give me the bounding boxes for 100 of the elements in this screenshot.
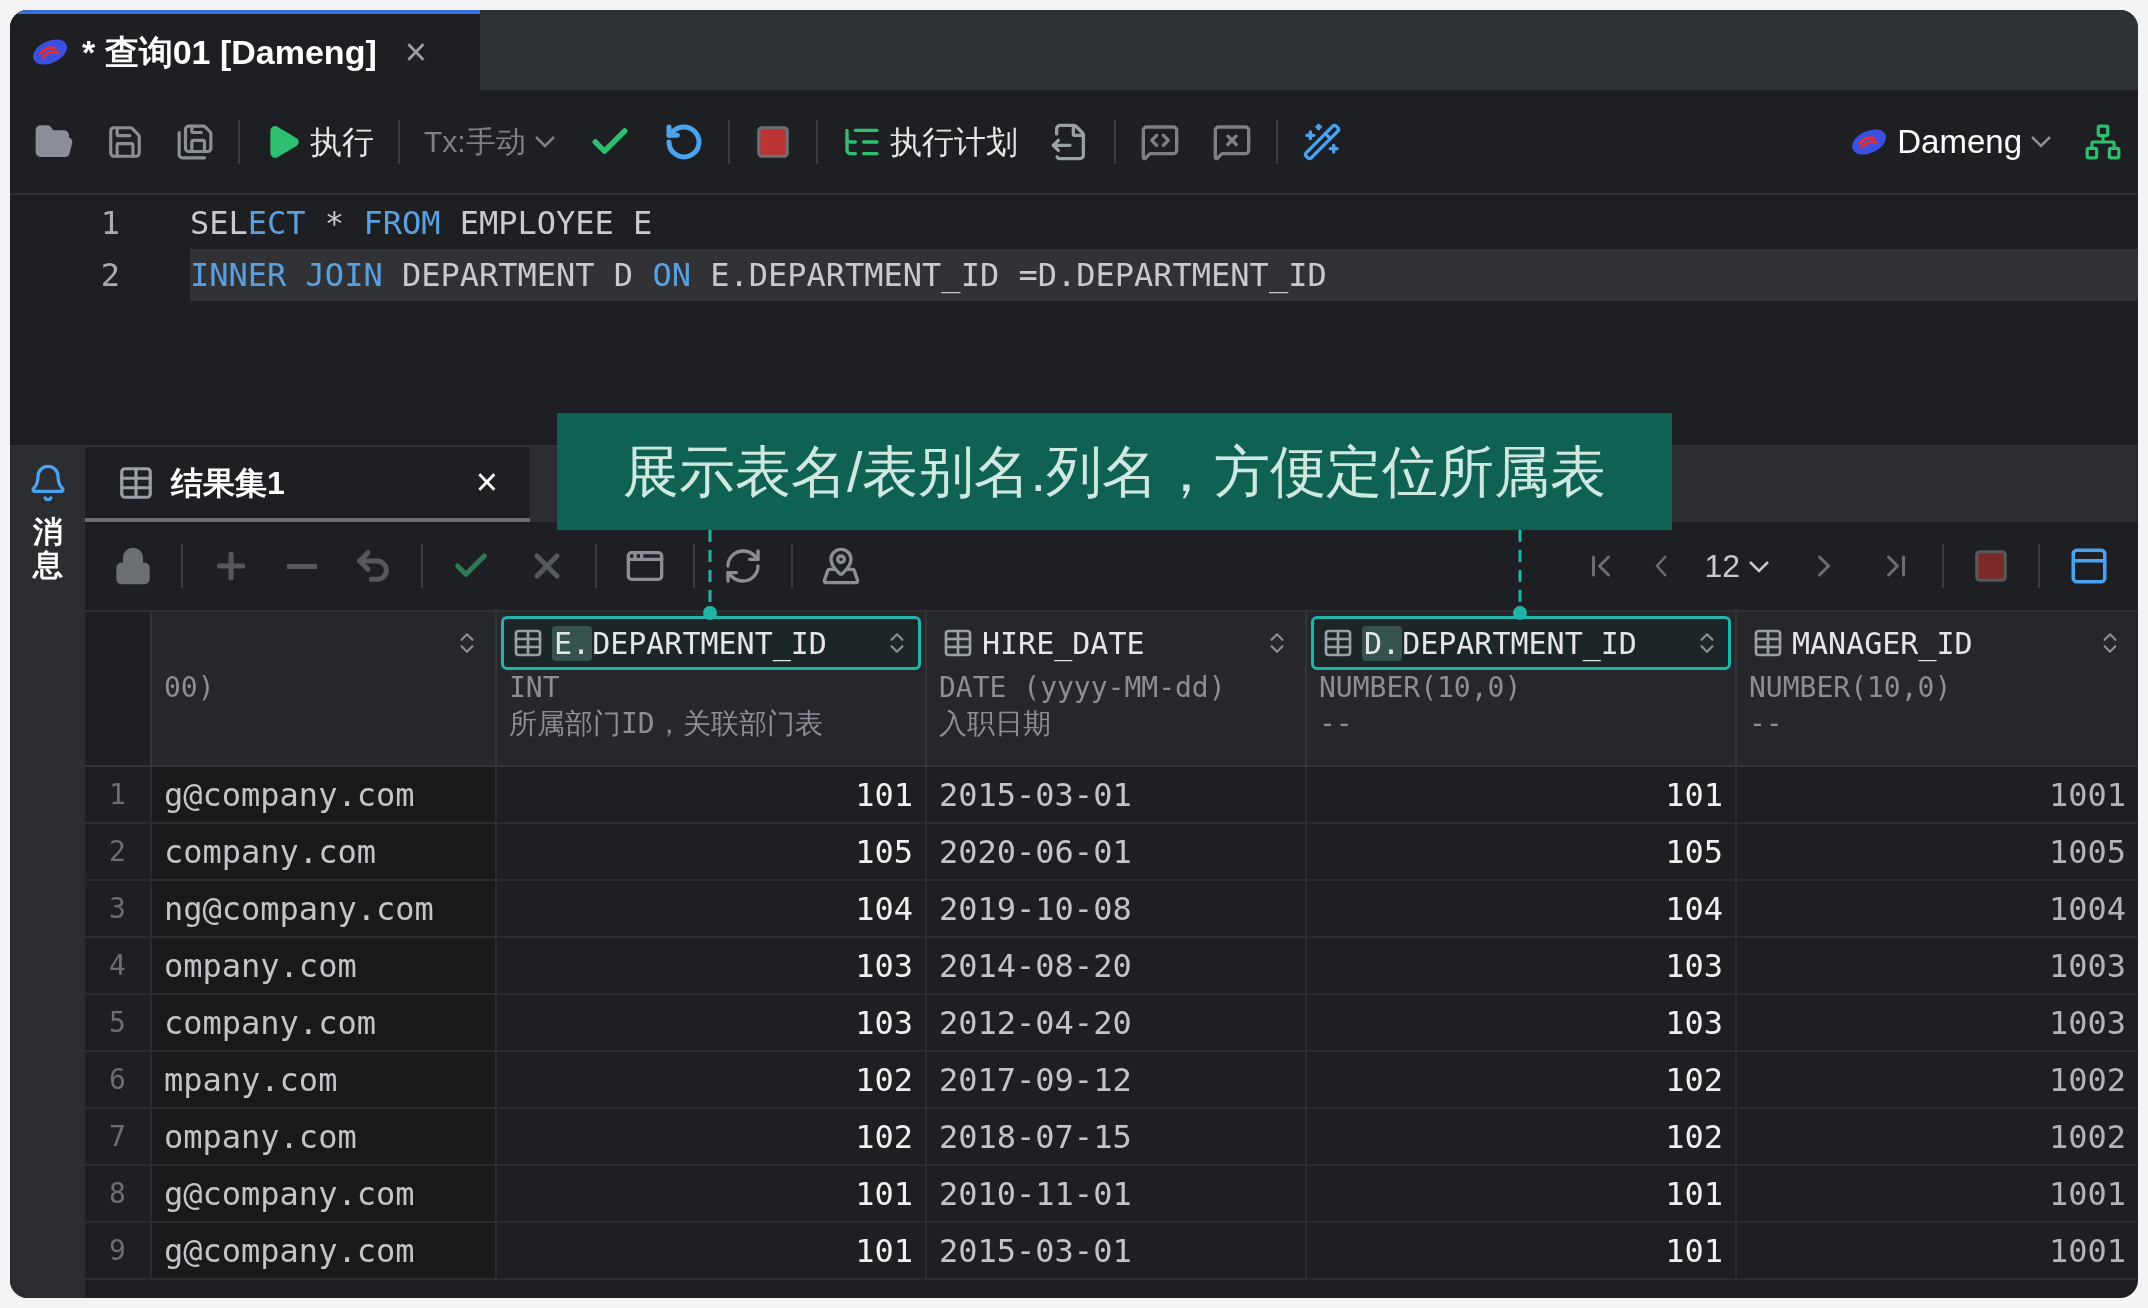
table-cell: 102 xyxy=(495,1052,925,1107)
table-cell: 101 xyxy=(495,1223,925,1278)
table-cell: 105 xyxy=(1305,824,1735,879)
stop-icon xyxy=(1972,547,2010,585)
table-cell: g@company.com xyxy=(150,767,495,822)
table-cell: 101 xyxy=(1305,1166,1735,1221)
lock-icon xyxy=(113,546,153,586)
table-cell: 2015-03-01 xyxy=(925,1223,1305,1278)
table-cell: 1001 xyxy=(1735,767,2138,822)
tab-title: * 查询01 [Dameng] xyxy=(82,31,377,73)
table-cell: 2010-11-01 xyxy=(925,1166,1305,1221)
table-cell: 2014-08-20 xyxy=(925,938,1305,993)
table-cell: g@company.com xyxy=(150,1223,495,1278)
close-icon[interactable]: × xyxy=(475,454,498,511)
row-number: 9 xyxy=(108,1232,127,1269)
transaction-mode-dropdown[interactable]: Tx:手动 xyxy=(416,113,564,170)
column-header[interactable]: D.DEPARTMENT_ID NUMBER(10,0) -- xyxy=(1305,612,1735,765)
run-button[interactable]: 执行 xyxy=(256,113,382,170)
column-type: INT xyxy=(508,670,561,706)
column-comment: -- xyxy=(1318,706,1354,742)
column-comment: 所属部门ID，关联部门表 xyxy=(508,706,824,742)
column-name: MANAGER_ID xyxy=(1792,624,1974,664)
column-name: E.DEPARTMENT_ID xyxy=(552,624,828,664)
column-header[interactable]: MANAGER_ID NUMBER(10,0) -- xyxy=(1735,612,2138,765)
code-line: SELECT * FROM EMPLOYEE E xyxy=(190,203,654,244)
line-number: 2 xyxy=(99,255,120,296)
table-cell: ompany.com xyxy=(150,938,495,993)
caret-icon xyxy=(2030,135,2052,148)
column-type: 00) xyxy=(163,670,216,706)
column-comment: 入职日期 xyxy=(938,706,1052,742)
messages-label[interactable]: 消息 xyxy=(32,515,63,581)
table-icon xyxy=(1752,627,1784,659)
table-cell: 102 xyxy=(495,1109,925,1164)
row-number: 8 xyxy=(108,1175,127,1212)
line-number: 1 xyxy=(99,203,120,244)
row-number: 6 xyxy=(108,1061,127,1098)
table-cell: 101 xyxy=(495,767,925,822)
table-cell: 103 xyxy=(495,995,925,1050)
column-header[interactable]: 00) xyxy=(150,612,495,765)
row-number: 2 xyxy=(108,833,127,870)
table-cell: 104 xyxy=(495,881,925,936)
row-number: 5 xyxy=(108,1004,127,1041)
column-type: DATE (yyyy-MM-dd) xyxy=(938,670,1227,706)
table-cell: g@company.com xyxy=(150,1166,495,1221)
chevron-left-icon xyxy=(1655,554,1669,578)
table-cell: 103 xyxy=(1305,938,1735,993)
callout-banner: 展示表名/表别名.列名，方便定位所属表 xyxy=(557,413,1672,530)
network-icon xyxy=(2084,122,2122,161)
page-size-dropdown[interactable]: 12 xyxy=(1696,538,1778,594)
save-all-icon xyxy=(176,122,214,161)
table-cell: ompany.com xyxy=(150,1109,495,1164)
column-name: HIRE_DATE xyxy=(982,624,1146,664)
table-cell: 102 xyxy=(1305,1052,1735,1107)
table-cell: 101 xyxy=(1305,1223,1735,1278)
row-number: 1 xyxy=(108,776,127,813)
table-cell: 1003 xyxy=(1735,995,2138,1050)
column-name: D.DEPARTMENT_ID xyxy=(1362,624,1638,664)
editor-tab[interactable]: * 查询01 [Dameng] × xyxy=(10,10,480,90)
table-cell: 1004 xyxy=(1735,881,2138,936)
refresh-icon xyxy=(723,546,763,586)
column-type: NUMBER(10,0) xyxy=(1748,670,1953,706)
map-pin-icon xyxy=(821,546,861,586)
table-cell: 2020-06-01 xyxy=(925,824,1305,879)
table-cell: 2017-09-12 xyxy=(925,1052,1305,1107)
table-cell: 2018-07-15 xyxy=(925,1109,1305,1164)
table-cell: 105 xyxy=(495,824,925,879)
table-icon xyxy=(942,627,974,659)
column-header[interactable]: HIRE_DATE DATE (yyyy-MM-dd) 入职日期 xyxy=(925,612,1305,765)
caret-icon xyxy=(1748,559,1770,573)
column-comment: -- xyxy=(1748,706,1784,742)
table-cell: 1002 xyxy=(1735,1109,2138,1164)
table-cell: 1005 xyxy=(1735,824,2138,879)
table-icon xyxy=(1322,627,1354,659)
caret-icon xyxy=(533,135,556,148)
logo-icon xyxy=(30,37,70,67)
table-cell: 104 xyxy=(1305,881,1735,936)
table-cell: 2012-04-20 xyxy=(925,995,1305,1050)
close-icon[interactable]: × xyxy=(404,23,427,81)
table-cell: 2019-10-08 xyxy=(925,881,1305,936)
table-cell: company.com xyxy=(150,995,495,1050)
row-number: 7 xyxy=(108,1118,127,1155)
column-header[interactable]: E.DEPARTMENT_ID INT 所属部门ID，关联部门表 xyxy=(495,612,925,765)
row-number: 3 xyxy=(108,890,127,927)
table-cell: 103 xyxy=(495,938,925,993)
magic-wand-icon xyxy=(1301,121,1342,162)
minus-icon xyxy=(287,563,317,569)
table-cell: 1003 xyxy=(1735,938,2138,993)
execution-plan-button[interactable]: 执行计划 xyxy=(833,113,1026,170)
table-icon xyxy=(512,627,544,659)
table-cell: 1001 xyxy=(1735,1166,2138,1221)
table-cell: company.com xyxy=(150,824,495,879)
result-tab[interactable]: 结果集1 × xyxy=(85,447,530,522)
table-cell: mpany.com xyxy=(150,1052,495,1107)
connection-dropdown[interactable]: Dameng xyxy=(1841,113,2060,170)
table-cell: 1001 xyxy=(1735,1223,2138,1278)
table-cell: 103 xyxy=(1305,995,1735,1050)
table-cell: ng@company.com xyxy=(150,881,495,936)
table-cell: 102 xyxy=(1305,1109,1735,1164)
table-cell: 101 xyxy=(1305,767,1735,822)
table-cell: 1002 xyxy=(1735,1052,2138,1107)
